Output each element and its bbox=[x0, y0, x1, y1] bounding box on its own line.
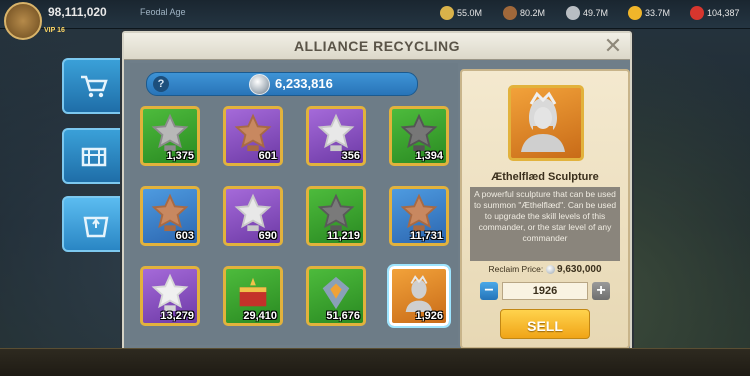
star-sculpture-icon bbox=[317, 113, 355, 152]
commander-portrait bbox=[508, 85, 584, 161]
wood-icon bbox=[503, 6, 517, 20]
item-description: A powerful sculpture that can be used to… bbox=[470, 187, 620, 261]
food-value: 55.0M bbox=[457, 8, 483, 18]
reclaim-price: 9,630,000 bbox=[557, 264, 602, 275]
star-sculpture-icon bbox=[400, 113, 438, 152]
recycling-items-panel: ? 6,233,816 1,375 601 356 1,394 603 690 11,219… bbox=[130, 63, 458, 345]
star-sculpture-icon bbox=[151, 273, 189, 312]
item-slot-aethelflaed-sculpture[interactable]: 1,926 bbox=[389, 266, 449, 326]
star-sculpture-icon bbox=[234, 193, 272, 232]
star-sculpture-icon bbox=[400, 193, 438, 232]
silver-balance: 6,233,816 bbox=[275, 76, 333, 91]
player-name: Feodal Age bbox=[140, 7, 186, 17]
item-name: Æthelflæd Sculpture bbox=[491, 171, 599, 183]
aethelflaed-bust-icon bbox=[521, 91, 565, 152]
item-slot-bronze-sculpture[interactable]: 601 bbox=[223, 106, 283, 166]
item-slot-bronze-star[interactable]: 603 bbox=[140, 186, 200, 246]
top-hud-bar: 98,111,020 Feodal Age 55.0M 80.2M 49.7M … bbox=[0, 0, 750, 40]
sell-button[interactable]: SELL bbox=[500, 309, 590, 339]
dialog-title: ALLIANCE RECYCLING bbox=[293, 38, 461, 54]
item-quantity: 601 bbox=[258, 150, 277, 162]
item-quantity: 356 bbox=[341, 150, 360, 162]
gold-icon bbox=[628, 6, 642, 20]
item-slot-black-sculpture[interactable]: 1,394 bbox=[389, 106, 449, 166]
item-slot-bronze-star-2[interactable]: 11,731 bbox=[389, 186, 449, 246]
chest-icon bbox=[239, 277, 267, 307]
item-slot-silver-star-2[interactable]: 13,279 bbox=[140, 266, 200, 326]
gems-icon bbox=[690, 6, 704, 20]
item-slot-silver-star-sculpture[interactable]: 356 bbox=[306, 106, 366, 166]
item-quantity: 690 bbox=[258, 230, 277, 242]
bust-icon bbox=[405, 275, 433, 312]
resource-gems[interactable]: 104,387 bbox=[690, 4, 740, 22]
item-quantity: 603 bbox=[175, 230, 194, 242]
silver-coin-icon-small bbox=[545, 265, 555, 275]
item-slot-crystal-item[interactable]: 51,676 bbox=[306, 266, 366, 326]
gems-value: 104,387 bbox=[707, 8, 740, 18]
minus-icon: − bbox=[484, 282, 494, 299]
close-icon: ✕ bbox=[603, 33, 623, 58]
item-quantity: 11,219 bbox=[326, 230, 360, 242]
crystal-icon bbox=[322, 276, 350, 310]
resource-stone[interactable]: 49.7M bbox=[566, 4, 608, 22]
silver-coin-icon bbox=[249, 74, 270, 95]
item-slot-black-star[interactable]: 11,219 bbox=[306, 186, 366, 246]
tab-shop[interactable] bbox=[62, 58, 126, 114]
item-quantity: 51,676 bbox=[326, 310, 360, 322]
bottom-hud-bar bbox=[0, 348, 750, 376]
item-quantity: 13,279 bbox=[160, 310, 194, 322]
stone-value: 49.7M bbox=[583, 8, 609, 18]
star-sculpture-icon bbox=[234, 113, 272, 152]
wood-value: 80.2M bbox=[520, 8, 546, 18]
quantity-increase-button[interactable]: + bbox=[592, 282, 610, 300]
player-avatar[interactable] bbox=[4, 2, 42, 40]
quantity-decrease-button[interactable]: − bbox=[480, 282, 498, 300]
plus-icon: + bbox=[596, 282, 606, 299]
item-quantity: 29,410 bbox=[243, 310, 277, 322]
resource-wood[interactable]: 80.2M bbox=[503, 4, 545, 22]
resource-gold[interactable]: 33.7M bbox=[628, 4, 670, 22]
item-quantity: 11,731 bbox=[409, 230, 443, 242]
crate-icon bbox=[81, 147, 107, 167]
item-detail-panel: Æthelflæd Sculpture A powerful sculpture… bbox=[460, 69, 630, 349]
silver-balance-bar: ? 6,233,816 bbox=[146, 72, 418, 96]
player-power: 98,111,020 bbox=[48, 5, 107, 19]
tab-recycling[interactable] bbox=[62, 196, 130, 252]
food-icon bbox=[440, 6, 454, 20]
item-slot-chest-item[interactable]: 29,410 bbox=[223, 266, 283, 326]
star-sculpture-icon bbox=[151, 113, 189, 152]
item-slot-silver-sculpture[interactable]: 1,375 bbox=[140, 106, 200, 166]
star-sculpture-icon bbox=[317, 193, 355, 232]
help-icon[interactable]: ? bbox=[153, 76, 169, 92]
recycle-box-icon bbox=[83, 216, 109, 238]
close-button[interactable]: ✕ bbox=[602, 35, 624, 57]
tab-crates[interactable] bbox=[62, 128, 126, 184]
reclaim-price-row: Reclaim Price: 9,630,000 bbox=[462, 264, 628, 275]
star-sculpture-icon bbox=[151, 193, 189, 232]
gold-value: 33.7M bbox=[645, 8, 671, 18]
stone-icon bbox=[566, 6, 580, 20]
dialog-header: ALLIANCE RECYCLING ✕ bbox=[124, 33, 630, 60]
cart-icon bbox=[81, 75, 108, 98]
item-quantity: 1,375 bbox=[166, 150, 194, 162]
resource-food[interactable]: 55.0M bbox=[440, 4, 482, 22]
item-quantity: 1,926 bbox=[415, 310, 443, 322]
vip-badge[interactable]: VIP 16 bbox=[44, 27, 65, 34]
item-slot-silver-star[interactable]: 690 bbox=[223, 186, 283, 246]
reclaim-label: Reclaim Price: bbox=[488, 264, 544, 274]
item-quantity: 1,394 bbox=[415, 150, 443, 162]
alliance-recycling-dialog: ALLIANCE RECYCLING ✕ ? 6,233,816 1,375 60… bbox=[122, 31, 632, 352]
quantity-input[interactable] bbox=[502, 282, 588, 300]
